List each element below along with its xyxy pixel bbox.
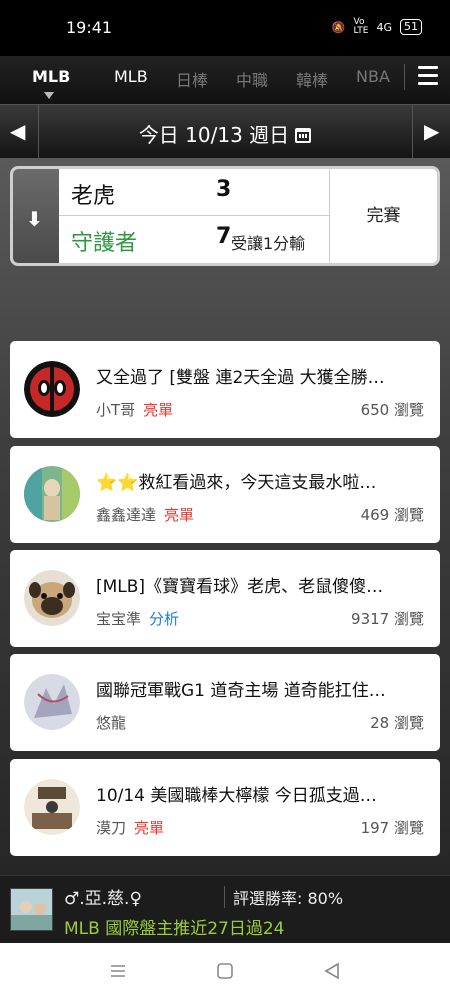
post-views: 469 瀏覽 xyxy=(360,506,424,524)
date-bar: ◀ 今日 10/13 週日 ▶ xyxy=(0,104,450,159)
post-views: 650 瀏覽 xyxy=(360,401,424,419)
post-title: ⭐⭐救紅看過來，今天這支最水啦… xyxy=(96,473,377,493)
signal-icon: 4G xyxy=(376,20,392,34)
post-card[interactable]: 10/14 美國職棒大檸檬 今日孤支過… 漠刀 亮單 197 瀏覽 xyxy=(10,759,440,856)
post-tag: 亮單 xyxy=(164,506,195,524)
post-views: 28 瀏覽 xyxy=(370,714,424,732)
avatar xyxy=(24,674,80,730)
team-row-away: 守護者 7 受讓1分輸 xyxy=(59,216,329,263)
tab-mlb-active[interactable]: MLB xyxy=(32,67,70,86)
post-author: 宝宝準 xyxy=(96,610,142,628)
league-tabs: MLB MLB 日棒 中職 韓棒 NBA xyxy=(0,56,450,104)
post-tag: 亮單 xyxy=(134,819,165,837)
post-title: 10/14 美國職棒大檸檬 今日孤支過… xyxy=(96,786,377,806)
tab-nba[interactable]: NBA xyxy=(356,67,390,86)
post-author: 悠龍 xyxy=(96,714,127,732)
post-card[interactable]: ⭐⭐救紅看過來，今天這支最水啦… 鑫鑫達達 亮單 469 瀏覽 xyxy=(10,446,440,543)
date-divider xyxy=(412,105,413,159)
back-nav-icon[interactable] xyxy=(322,961,342,981)
menu-icon[interactable] xyxy=(418,66,438,88)
away-team-name: 守護者 xyxy=(71,231,138,256)
post-card[interactable]: 又全過了 [雙盤 連2天全過 大獲全勝… 小T哥 亮單 650 瀏覽 xyxy=(10,341,440,438)
status-bar: 19:41 🔕 Vo LTE 4G 51 xyxy=(0,0,450,56)
tab-divider xyxy=(404,64,405,90)
game-status: 完賽 xyxy=(366,206,401,226)
avatar xyxy=(24,570,80,626)
banner-avatar xyxy=(10,888,53,931)
post-author: 漠刀 xyxy=(96,819,127,837)
post-tag: 分析 xyxy=(149,610,180,628)
post-author-line: 悠龍 xyxy=(96,712,126,733)
content-area: ⬇ 老虎 3 守護者 7 受讓1分輸 完賽 又全過了 [雙盤 連2天全過 大獲全… xyxy=(0,158,450,875)
banner-record: MLB 國際盤主推近27日過24 xyxy=(64,919,285,939)
tab-npb[interactable]: 日棒 xyxy=(176,67,208,91)
arrow-down-icon: ⬇ xyxy=(26,207,43,231)
post-title: [MLB]《寶寶看球》老虎、老鼠傻傻… xyxy=(96,577,384,597)
tab-mlb[interactable]: MLB xyxy=(114,67,148,86)
post-author-line: 宝宝準 分析 xyxy=(96,608,179,629)
handicap-note: 受讓1分輸 xyxy=(231,234,306,253)
post-card[interactable]: [MLB]《寶寶看球》老虎、老鼠傻傻… 宝宝準 分析 9317 瀏覽 xyxy=(10,550,440,647)
promo-banner[interactable]: ♂.亞.慈.♀ 評選勝率: 80% MLB 國際盤主推近27日過24 xyxy=(0,875,450,943)
avatar xyxy=(24,779,80,835)
banner-win-rate: 評選勝率: 80% xyxy=(233,889,344,908)
system-nav-bar xyxy=(0,943,450,1000)
date-label[interactable]: 今日 10/13 週日 xyxy=(0,119,450,148)
battery-icon: 51 xyxy=(400,19,422,35)
volte-icon: Vo LTE xyxy=(353,17,369,36)
post-title: 又全過了 [雙盤 連2天全過 大獲全勝… xyxy=(96,368,385,388)
score-card[interactable]: ⬇ 老虎 3 守護者 7 受讓1分輸 完賽 xyxy=(10,166,440,266)
home-team-score: 3 xyxy=(216,177,232,202)
menu-nav-icon[interactable] xyxy=(108,961,128,981)
post-card[interactable]: 國聯冠軍戰G1 道奇主場 道奇能扛住… 悠龍 28 瀏覽 xyxy=(10,654,440,751)
away-team-score: 7 xyxy=(216,224,232,249)
home-team-name: 老虎 xyxy=(71,184,116,209)
tab-indicator xyxy=(44,92,54,99)
post-title: 國聯冠軍戰G1 道奇主場 道奇能扛住… xyxy=(96,681,386,701)
post-author-line: 小T哥 亮單 xyxy=(96,399,173,420)
next-date-icon[interactable]: ▶ xyxy=(424,119,439,143)
post-tag: 亮單 xyxy=(143,401,174,419)
tab-cpbl[interactable]: 中職 xyxy=(236,67,268,91)
post-views: 197 瀏覽 xyxy=(360,819,424,837)
expand-toggle[interactable]: ⬇ xyxy=(13,169,59,263)
avatar xyxy=(24,466,80,522)
post-author: 鑫鑫達達 xyxy=(96,506,157,524)
banner-divider xyxy=(224,886,225,908)
post-author: 小T哥 xyxy=(96,401,136,419)
banner-user-name: ♂.亞.慈.♀ xyxy=(64,889,142,909)
status-icons: 🔕 Vo LTE 4G 51 xyxy=(332,18,422,36)
date-text: 今日 10/13 週日 xyxy=(138,123,290,147)
avatar xyxy=(24,361,80,417)
tab-kbo[interactable]: 韓棒 xyxy=(296,67,328,91)
team-row-home: 老虎 3 xyxy=(59,169,329,216)
home-nav-icon[interactable] xyxy=(215,961,235,981)
post-author-line: 漠刀 亮單 xyxy=(96,817,164,838)
calendar-icon[interactable] xyxy=(295,128,312,143)
status-time: 19:41 xyxy=(66,18,113,37)
mute-icon: 🔕 xyxy=(331,20,346,34)
post-views: 9317 瀏覽 xyxy=(351,610,424,628)
post-author-line: 鑫鑫達達 亮單 xyxy=(96,504,194,525)
